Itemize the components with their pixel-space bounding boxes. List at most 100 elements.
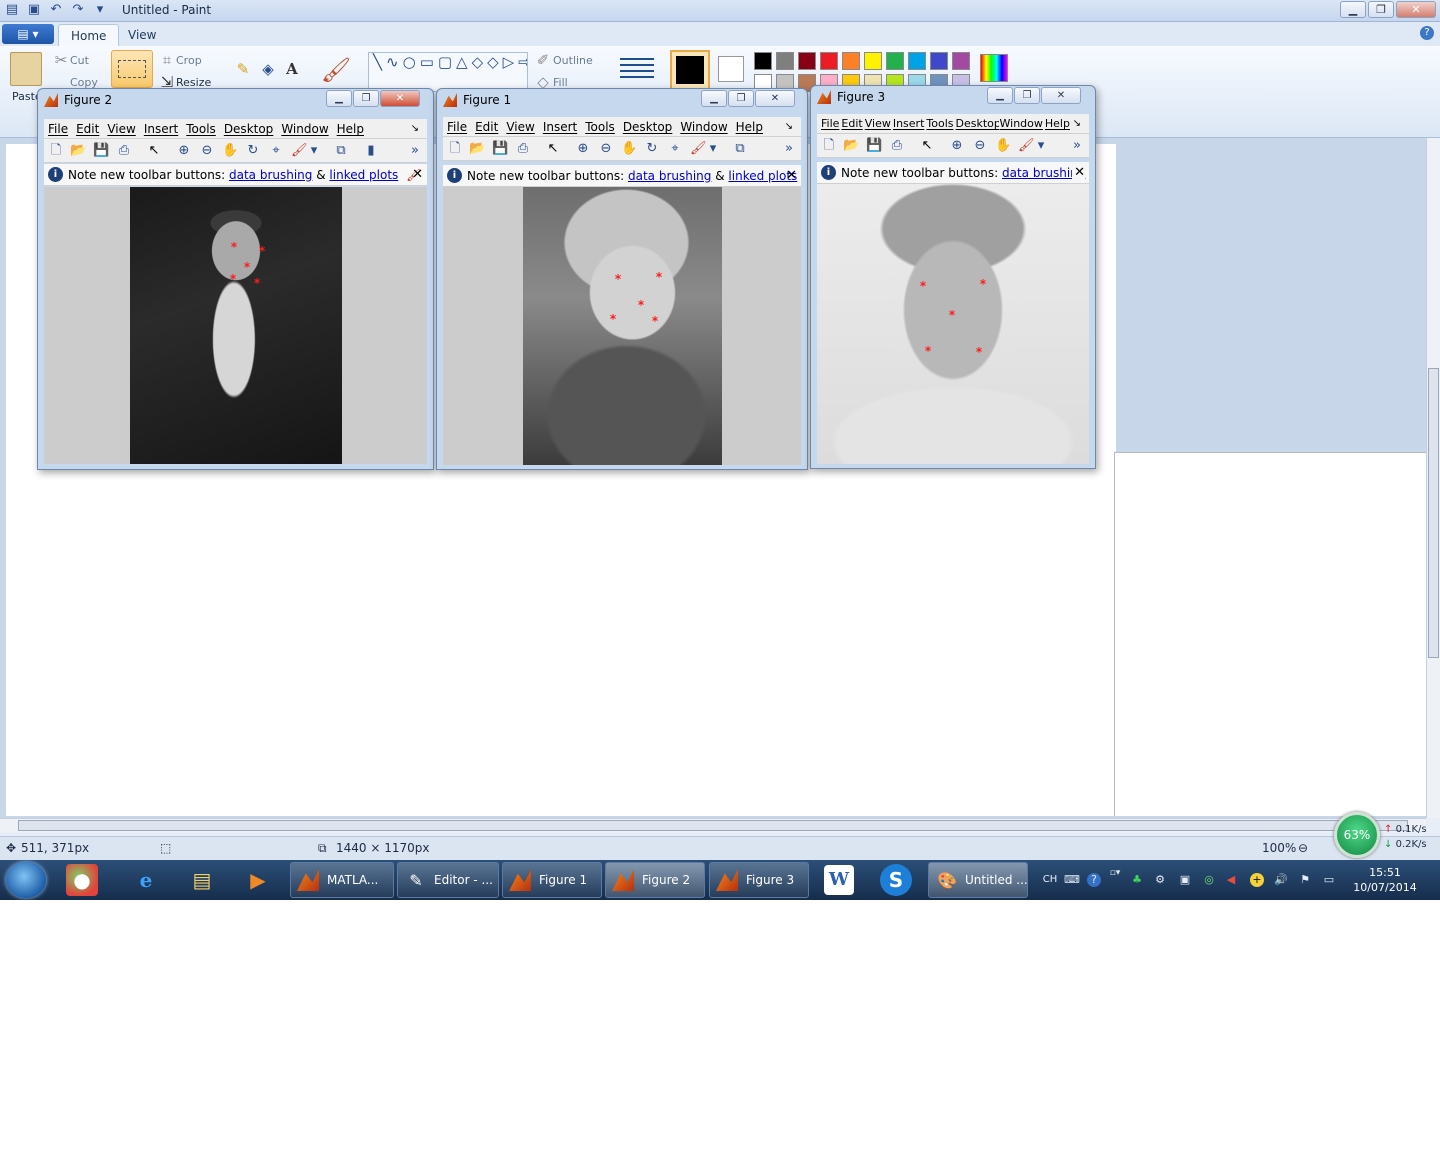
pan-icon[interactable]: ✋	[222, 143, 238, 159]
menu-insert[interactable]: Insert	[140, 119, 182, 138]
menu-help[interactable]: Help	[732, 117, 767, 136]
new-figure-icon[interactable]: 🗋	[48, 143, 64, 159]
undock-icon[interactable]: ↘	[1069, 114, 1085, 133]
edit-plot-icon[interactable]: ↖	[919, 138, 935, 154]
brush-dropdown-icon[interactable]: ▾	[708, 141, 718, 157]
pencil-icon[interactable]: ✎	[234, 60, 252, 78]
menu-window[interactable]: Window	[277, 119, 332, 138]
save-figure-icon[interactable]: 💾	[866, 138, 882, 154]
menu-tools[interactable]: Tools	[925, 114, 954, 133]
data-brushing-link[interactable]: data brushing	[628, 169, 711, 183]
paste-button[interactable]	[10, 52, 42, 86]
more-tools-icon[interactable]: »	[1069, 138, 1085, 154]
data-brushing-link[interactable]: data brushing	[229, 168, 312, 182]
pinned-app-icon[interactable]: ●	[66, 864, 98, 896]
brush-icon[interactable]: 🖌	[690, 141, 707, 157]
word-icon[interactable]: W	[824, 865, 854, 895]
menu-file[interactable]: File	[44, 119, 72, 138]
rotate-3d-icon[interactable]: ↻	[644, 141, 660, 157]
menu-view[interactable]: View	[864, 114, 892, 133]
task-figure-1[interactable]: Figure 1	[502, 862, 602, 898]
menu-file[interactable]: File	[817, 114, 840, 133]
menu-tools[interactable]: Tools	[182, 119, 220, 138]
colorbar-icon[interactable]: ▮	[363, 143, 379, 159]
close-note-icon[interactable]: ✕	[786, 165, 797, 186]
close-note-icon[interactable]: ✕	[412, 164, 423, 185]
scroll-thumb[interactable]	[1428, 368, 1439, 658]
zoom-out-icon[interactable]: ⊖	[199, 143, 215, 159]
keyboard-icon[interactable]: ⌨	[1064, 873, 1080, 887]
maximize-button[interactable]: ❐	[1014, 87, 1040, 104]
brush-icon[interactable]: 🖌	[1018, 138, 1035, 154]
brush-icon[interactable]: 🖌	[291, 143, 308, 159]
linked-plots-link[interactable]: linked plots	[329, 168, 398, 182]
pan-icon[interactable]: ✋	[621, 141, 637, 157]
ime-options-icon[interactable]: ▫▾	[1108, 866, 1122, 880]
zoom-in-icon[interactable]: ⊕	[176, 143, 192, 159]
save-figure-icon[interactable]: 💾	[492, 141, 508, 157]
menu-window[interactable]: Window	[999, 114, 1044, 133]
menu-help[interactable]: Help	[333, 119, 368, 138]
maximize-button[interactable]: ❐	[728, 90, 754, 107]
color-swatch[interactable]	[952, 52, 970, 70]
text-tool-icon[interactable]: A	[283, 60, 301, 78]
maximize-button[interactable]: ❐	[353, 90, 379, 107]
undock-icon[interactable]: ↘	[781, 117, 797, 137]
print-icon[interactable]: ⎙	[116, 143, 132, 159]
print-icon[interactable]: ⎙	[515, 141, 531, 157]
paint-menu-button[interactable]: ▤ ▾	[2, 24, 54, 44]
brushes-icon[interactable]: 🖌	[320, 54, 352, 86]
system-clock[interactable]: 15:51 10/07/2014	[1350, 865, 1420, 895]
menu-insert[interactable]: Insert	[892, 114, 926, 133]
menu-edit[interactable]: Edit	[840, 114, 863, 133]
new-figure-icon[interactable]: 🗋	[821, 138, 837, 154]
menu-view[interactable]: View	[502, 117, 538, 136]
task-matlab[interactable]: MATLA...	[290, 862, 394, 898]
save-figure-icon[interactable]: 💾	[93, 143, 109, 159]
brush-dropdown-icon[interactable]: ▾	[309, 143, 319, 159]
cut-button[interactable]: Cut	[70, 54, 89, 67]
crop-button[interactable]: Crop	[176, 54, 202, 67]
task-figure-3[interactable]: Figure 3	[709, 862, 809, 898]
internet-explorer-icon[interactable]: e	[130, 864, 162, 896]
sogou-icon[interactable]: S	[880, 864, 912, 896]
sync-tray-icon[interactable]: ◎	[1202, 873, 1216, 887]
file-explorer-icon[interactable]: ▤	[186, 864, 218, 896]
color-swatch[interactable]	[864, 52, 882, 70]
color-swatch[interactable]	[930, 52, 948, 70]
customize-qat-icon[interactable]: ▾	[92, 2, 108, 18]
tray-red-icon[interactable]: ◀	[1224, 873, 1238, 887]
more-tools-icon[interactable]: »	[407, 143, 423, 159]
color-swatch[interactable]	[776, 52, 794, 70]
tab-view[interactable]: View	[116, 24, 168, 46]
open-file-icon[interactable]: 📂	[469, 141, 485, 157]
open-file-icon[interactable]: 📂	[70, 143, 86, 159]
add-tray-icon[interactable]: +	[1250, 873, 1264, 887]
task-figure-2[interactable]: Figure 2	[605, 862, 705, 898]
undock-icon[interactable]: ↘	[407, 119, 423, 139]
color-swatch[interactable]	[886, 52, 904, 70]
menu-edit[interactable]: Edit	[72, 119, 103, 138]
minimize-button[interactable]: ▁	[1340, 1, 1366, 18]
volume-icon[interactable]: 🔊	[1274, 873, 1288, 887]
menu-file[interactable]: File	[443, 117, 471, 136]
brush-dropdown-icon[interactable]: ▾	[1036, 138, 1046, 154]
color-swatch[interactable]	[908, 52, 926, 70]
menu-window[interactable]: Window	[676, 117, 731, 136]
close-button[interactable]: ✕	[1041, 87, 1081, 104]
color1-button[interactable]	[670, 50, 710, 90]
save-icon[interactable]: ▣	[26, 2, 42, 18]
data-cursor-icon[interactable]: ⌖	[268, 143, 284, 159]
language-indicator[interactable]: CH	[1042, 873, 1058, 887]
minimize-button[interactable]: ▁	[326, 90, 352, 107]
pan-icon[interactable]: ✋	[995, 138, 1011, 154]
size-button[interactable]	[620, 54, 654, 84]
edit-colors-button[interactable]	[980, 54, 1008, 82]
outline-dropdown[interactable]: Outline	[553, 54, 593, 67]
edit-plot-icon[interactable]: ↖	[545, 141, 561, 157]
menu-edit[interactable]: Edit	[471, 117, 502, 136]
color2-button[interactable]	[718, 56, 744, 82]
vertical-scrollbar[interactable]	[1426, 138, 1440, 818]
tray-app-icon[interactable]: ♣	[1130, 873, 1144, 887]
tab-home[interactable]: Home	[58, 24, 120, 46]
